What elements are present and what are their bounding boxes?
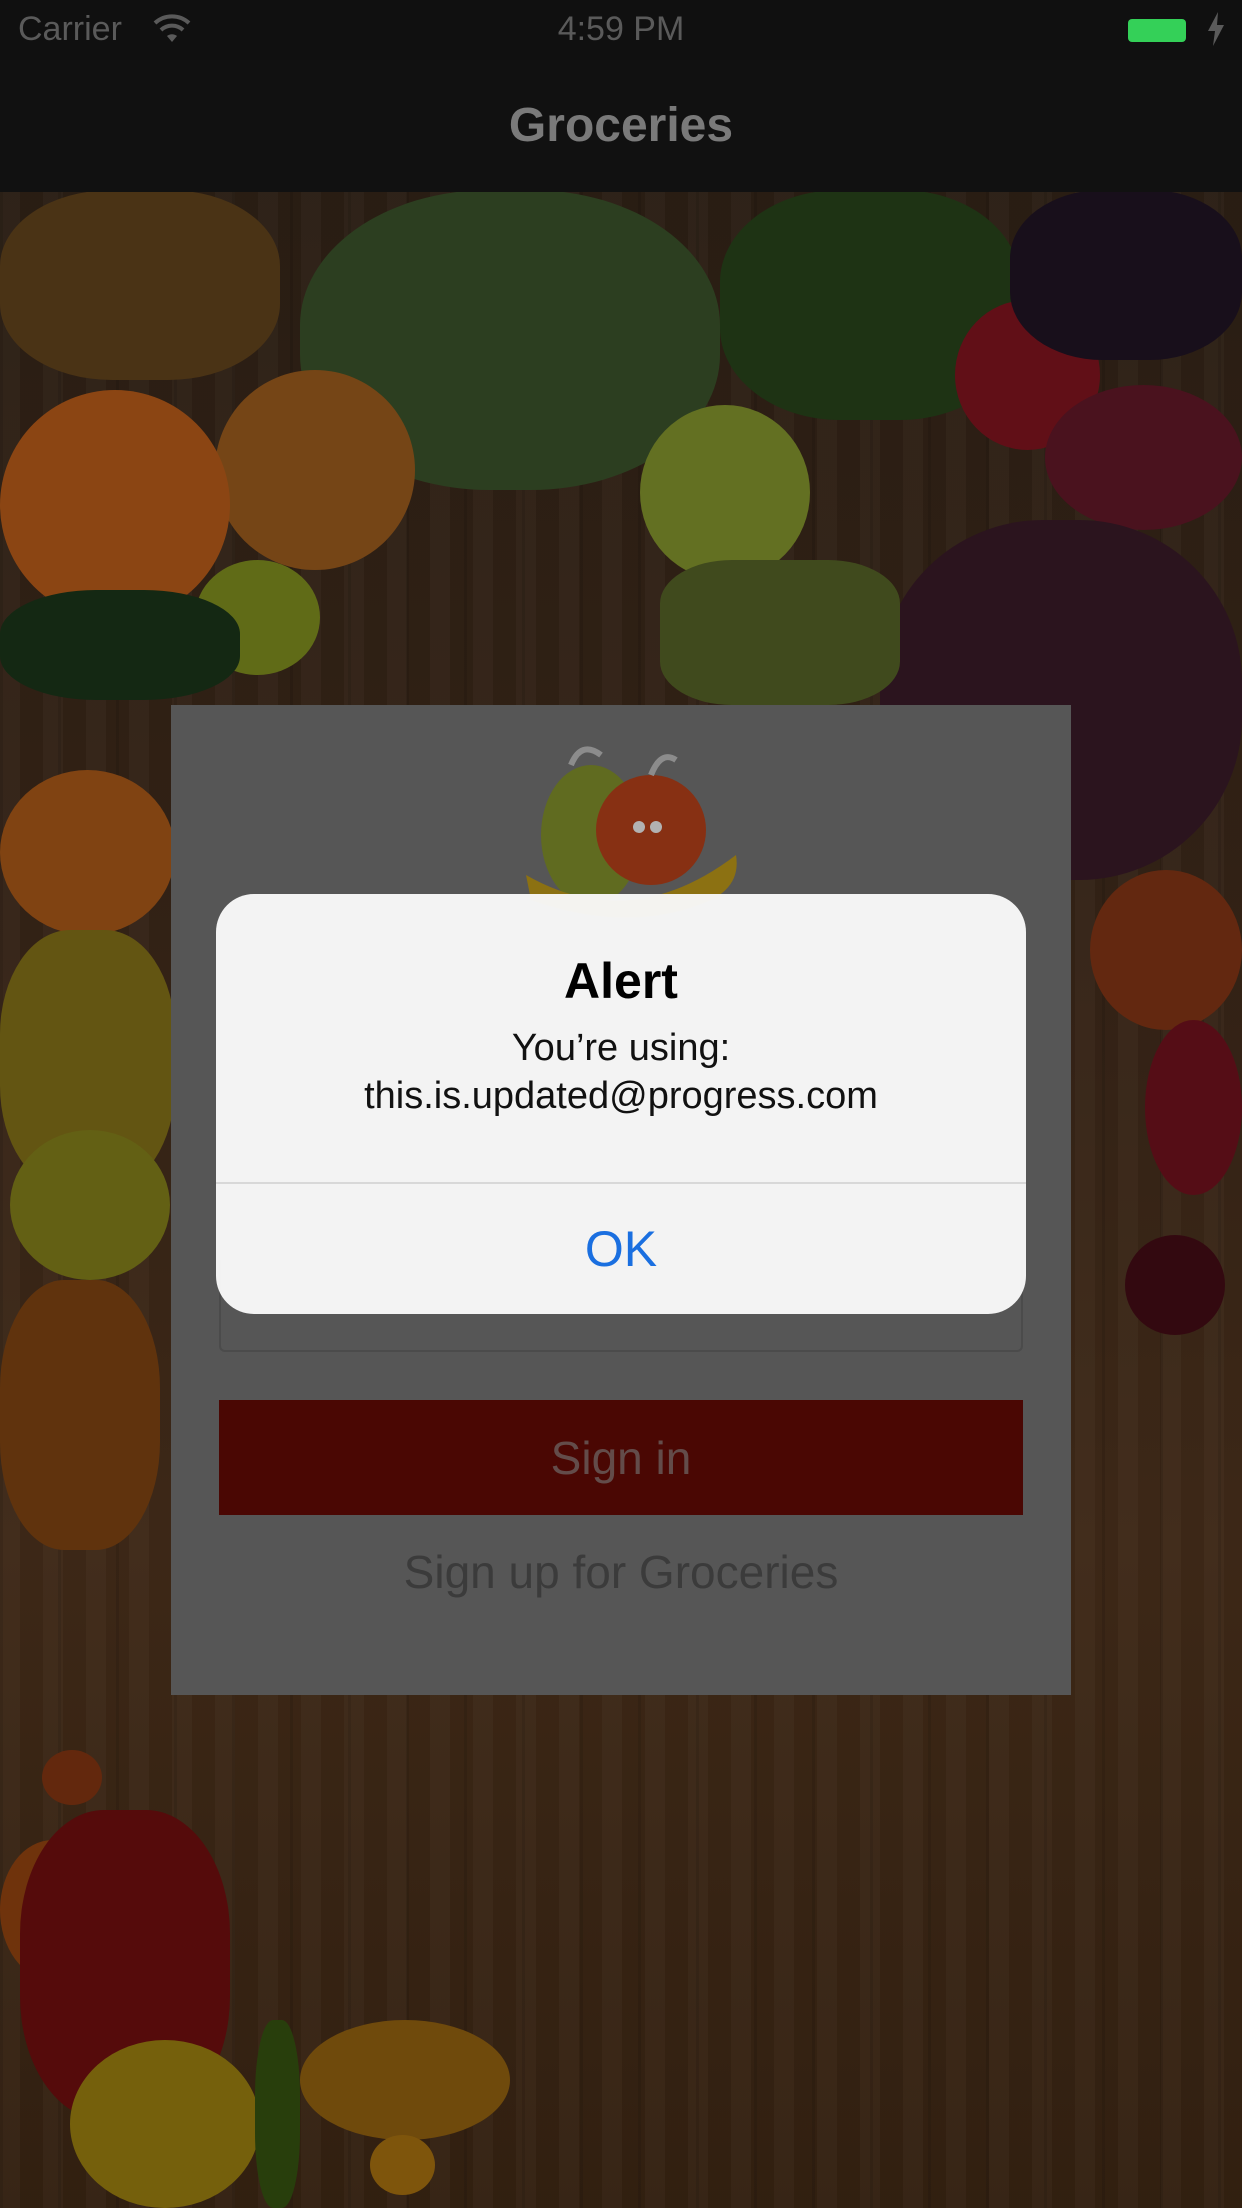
status-time: 4:59 PM [557,10,685,48]
alert-message-line-1: You’re using: [511,1027,731,1069]
alert-ok-button[interactable]: OK [216,1184,1026,1314]
charging-bolt-icon [1208,12,1224,46]
navigation-bar: Groceries [0,60,1242,192]
alert-title: Alert [564,953,678,1009]
nav-title: Groceries [508,99,734,152]
alert-message: You’re using: this.is.updated@progress.c… [216,1024,1026,1120]
status-bar: Carrier 4:59 PM [0,0,1242,60]
alert-message-line-2: this.is.updated@progress.com [364,1075,878,1117]
alert-dialog: Alert You’re using: this.is.updated@prog… [216,894,1026,1314]
battery-icon [1128,19,1186,42]
